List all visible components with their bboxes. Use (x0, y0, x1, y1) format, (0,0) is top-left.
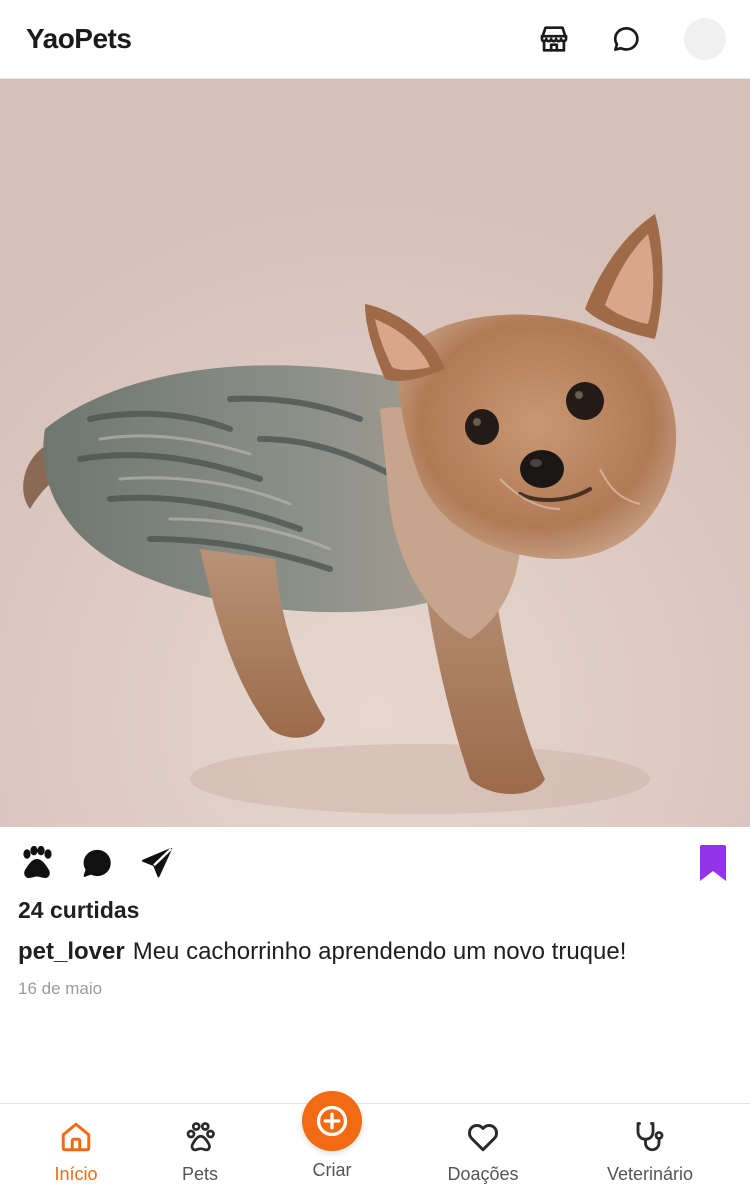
nav-item-doacoes[interactable]: Doações (408, 1104, 558, 1199)
chat-bubble-icon (613, 27, 639, 51)
post-caption: pet_lover Meu cachorrinho aprendendo um n… (18, 938, 626, 966)
paw-outline-icon (186, 1122, 215, 1152)
plus-circle-icon (316, 1105, 348, 1137)
nav-item-pets[interactable]: Pets (125, 1104, 275, 1199)
share-button[interactable] (138, 844, 176, 882)
nav-label-veterinario: Veterinário (606, 1164, 694, 1184)
bookmark-button[interactable] (694, 844, 732, 882)
top-bar: YaoPets (0, 0, 750, 79)
nav-item-veterinario[interactable]: Veterinário (575, 1104, 725, 1199)
like-button[interactable] (18, 844, 56, 882)
heart-icon (468, 1124, 498, 1152)
nav-label-criar[interactable]: Criar (302, 1160, 362, 1181)
caption-text: Meu cachorrinho aprendendo um novo truqu… (132, 938, 627, 965)
brand-logo[interactable]: YaoPets (26, 23, 132, 55)
shop-button[interactable] (534, 19, 574, 59)
post-username[interactable]: pet_lover (18, 938, 125, 965)
dog-photo-illustration (0, 79, 750, 827)
post-actions (0, 827, 750, 899)
home-icon (61, 1122, 91, 1152)
header-actions (534, 18, 726, 60)
bookmark-icon (700, 845, 726, 881)
shop-icon (540, 26, 568, 52)
post-date: 16 de maio (18, 979, 103, 998)
nav-label-pets: Pets (181, 1164, 219, 1184)
messages-button[interactable] (606, 19, 646, 59)
comment-icon (83, 849, 111, 877)
comment-button[interactable] (78, 844, 116, 882)
likes-count[interactable]: 24 curtidas (18, 897, 139, 924)
share-send-icon (141, 847, 173, 878)
nav-label-doacoes: Doações (447, 1164, 519, 1184)
create-button[interactable] (302, 1091, 362, 1151)
paw-like-icon (23, 846, 52, 878)
bottom-nav: Início Pets Criar Doações Veterinário (0, 1091, 750, 1199)
stethoscope-icon (636, 1122, 664, 1152)
nav-label-inicio: Início (54, 1164, 98, 1184)
post-photo[interactable] (0, 79, 750, 827)
app: YaoPets 24 curtidas pet_lover Meu cachor… (0, 0, 750, 1199)
avatar[interactable] (684, 18, 726, 60)
